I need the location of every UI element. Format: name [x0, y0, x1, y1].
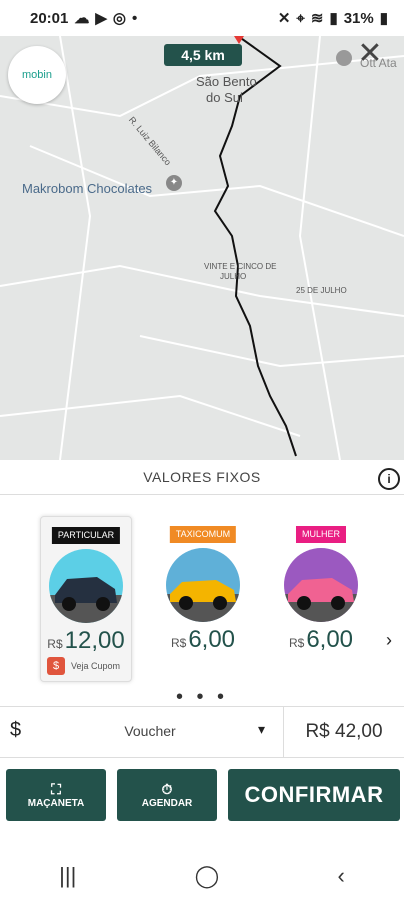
map-label: JULHO — [220, 272, 247, 281]
price-value: 6,00 — [188, 626, 236, 653]
expand-icon: ⛶ — [51, 780, 61, 797]
logo-text: mobin — [22, 69, 52, 81]
coupon-link[interactable]: $ Veja Cupom — [47, 657, 120, 675]
agendar-button[interactable]: ⏱ AGENDAR — [117, 769, 217, 821]
signal-icon: ▮ — [329, 10, 338, 27]
ride-option-mulher[interactable]: MULHER R$6,00 — [276, 516, 366, 680]
car-icon — [284, 548, 358, 622]
price-value: 6,00 — [306, 626, 354, 653]
info-icon[interactable]: i — [378, 468, 400, 490]
app-logo: mobin — [8, 46, 66, 104]
cloud-icon: ☁ — [74, 10, 90, 27]
ride-price: R$12,00 — [41, 627, 131, 655]
panel-title: VALORES FIXOS — [143, 469, 261, 485]
clock: 20:01 — [30, 9, 69, 27]
map-roads — [0, 36, 404, 460]
poi-label: Makrobom Chocolates — [22, 181, 153, 196]
recents-icon[interactable]: ||| — [59, 863, 76, 889]
button-label: MAÇANETA — [27, 797, 85, 809]
battery-icon: ▮ — [379, 10, 388, 27]
ride-tag: TAXICOMUM — [169, 526, 237, 543]
button-label: CONFIRMAR — [244, 782, 384, 807]
ride-options: PARTICULAR R$12,00 $ Veja Cupom TAXICOMUM… — [0, 510, 404, 682]
fare-panel: VALORES FIXOS i PARTICULAR R$12,00 $ Veja… — [0, 460, 404, 850]
dot-icon: • — [132, 9, 138, 27]
price-value: 12,00 — [64, 627, 125, 654]
divider — [283, 707, 284, 757]
place-pin-icon — [336, 50, 352, 66]
ride-price: R$6,00 — [158, 626, 248, 654]
confirm-button[interactable]: CONFIRMAR — [228, 769, 400, 821]
close-icon[interactable]: ✕ — [356, 39, 384, 69]
taxi-icon — [166, 548, 240, 622]
coupon-label: Veja Cupom — [71, 661, 121, 671]
currency: R$ — [288, 636, 305, 650]
back-icon[interactable]: ‹ — [338, 863, 345, 889]
youtube-icon: ▶ — [95, 10, 107, 27]
whatsapp-icon: ◎ — [112, 10, 127, 27]
map-label: São Bento — [196, 74, 257, 89]
car-icon — [49, 549, 123, 623]
chevron-down-icon[interactable]: ▾ — [258, 721, 265, 738]
ride-option-taxicomum[interactable]: TAXICOMUM R$6,00 — [158, 516, 248, 680]
status-bar: 20:01 ☁ ▶ ◎ • ✕ ⌖ ≋ ▮ 31% ▮ — [0, 0, 404, 36]
payment-method-select[interactable]: Voucher — [60, 723, 240, 739]
ride-tag: MULHER — [295, 526, 347, 543]
mute-icon: ✕ — [277, 10, 291, 27]
home-icon[interactable]: ◯ — [195, 863, 220, 889]
system-nav-bar: ||| ◯ ‹ — [0, 852, 404, 900]
ride-price: R$6,00 — [276, 626, 366, 654]
timer-icon: ⏱ — [161, 780, 173, 797]
currency: R$ — [170, 636, 187, 650]
wifi-icon: ≋ — [310, 10, 324, 27]
map-label: 25 DE JULHO — [296, 286, 347, 295]
map-label: VINTE E CINCO DE — [204, 262, 277, 271]
total-price: R$ 42,00 — [305, 721, 383, 742]
ride-tag: PARTICULAR — [51, 527, 121, 544]
coupon-icon: $ — [47, 657, 65, 675]
battery-level: 31% — [343, 9, 374, 27]
ride-option-particular[interactable]: PARTICULAR R$12,00 $ Veja Cupom — [40, 516, 132, 682]
chevron-right-icon[interactable]: › — [386, 630, 392, 651]
currency: R$ — [47, 637, 63, 651]
payment-row: $ Voucher ▾ R$ 42,00 — [0, 706, 404, 758]
dollar-icon: $ — [10, 719, 22, 741]
distance-badge: 4,5 km — [164, 44, 242, 66]
panel-header: VALORES FIXOS i — [0, 460, 404, 495]
restaurant-icon: ✦ — [166, 175, 182, 191]
button-label: AGENDAR — [141, 797, 193, 809]
map-label: do Sul — [206, 90, 243, 105]
macaneta-button[interactable]: ⛶ MAÇANETA — [6, 769, 106, 821]
map-view[interactable]: São Bento do Sul R. Luiz Bilanco Makrobo… — [0, 36, 404, 460]
location-icon: ⌖ — [296, 9, 305, 27]
